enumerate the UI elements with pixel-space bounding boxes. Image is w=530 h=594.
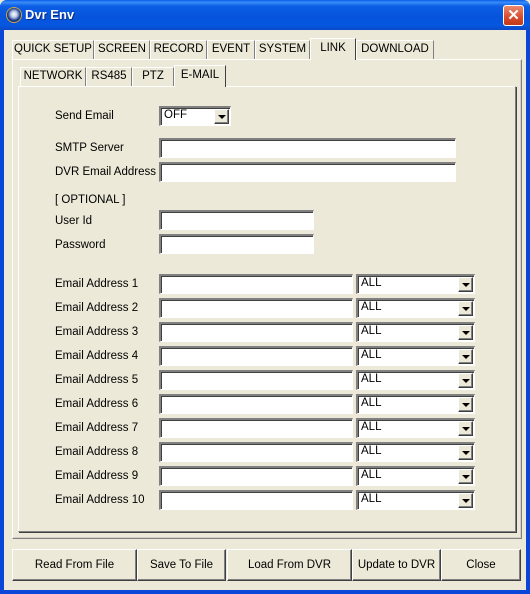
email-address-label: Email Address 5	[55, 374, 139, 386]
dvr-env-window: Dvr Env ✕ QUICK SETUP SCREEN RECORD EVEN…	[0, 0, 530, 594]
send-email-value: OFF	[164, 109, 187, 121]
email-address-input[interactable]	[159, 394, 353, 414]
email-event-filter-value: ALL	[361, 445, 382, 457]
email-address-label: Email Address 7	[55, 422, 139, 434]
email-event-filter-dropdown[interactable]: ALL	[356, 442, 475, 462]
email-event-filter-dropdown[interactable]: ALL	[356, 346, 475, 366]
send-email-label: Send Email	[55, 110, 114, 122]
chevron-down-icon[interactable]	[458, 493, 473, 508]
email-event-filter-value: ALL	[361, 469, 382, 481]
send-email-dropdown[interactable]: OFF	[159, 106, 231, 126]
email-address-label: Email Address 3	[55, 326, 139, 338]
email-address-label: Email Address 2	[55, 302, 139, 314]
dvr-email-address-label: DVR Email Address	[55, 166, 156, 178]
email-address-input[interactable]	[159, 466, 353, 486]
email-address-input[interactable]	[159, 490, 353, 510]
chevron-down-icon[interactable]	[458, 469, 473, 484]
tab-link[interactable]: LINK	[310, 38, 356, 60]
email-event-filter-dropdown[interactable]: ALL	[356, 466, 475, 486]
chevron-down-icon[interactable]	[214, 109, 229, 124]
subtab-network[interactable]: NETWORK	[20, 67, 86, 86]
subtab-ptz[interactable]: PTZ	[132, 67, 174, 86]
load-from-dvr-button[interactable]: Load From DVR	[227, 549, 352, 581]
update-to-dvr-button[interactable]: Update to DVR	[352, 549, 441, 581]
tab-event[interactable]: EVENT	[207, 40, 255, 59]
optional-section-label: [ OPTIONAL ]	[55, 194, 126, 206]
user-id-label: User Id	[55, 215, 93, 227]
close-icon: ✕	[507, 7, 520, 24]
email-event-filter-dropdown[interactable]: ALL	[356, 490, 475, 510]
password-input[interactable]	[159, 234, 314, 254]
chevron-down-icon[interactable]	[458, 349, 473, 364]
email-event-filter-dropdown[interactable]: ALL	[356, 298, 475, 318]
chevron-down-icon[interactable]	[458, 373, 473, 388]
tab-system[interactable]: SYSTEM	[255, 40, 310, 59]
chevron-down-icon[interactable]	[458, 277, 473, 292]
read-from-file-button[interactable]: Read From File	[12, 549, 137, 581]
dialog-body: QUICK SETUP SCREEN RECORD EVENT SYSTEM L…	[4, 30, 526, 590]
subtab-rs485[interactable]: RS485	[86, 67, 132, 86]
close-window-button[interactable]: ✕	[503, 5, 524, 26]
email-address-input[interactable]	[159, 370, 353, 390]
email-event-filter-value: ALL	[361, 493, 382, 505]
email-event-filter-dropdown[interactable]: ALL	[356, 418, 475, 438]
email-event-filter-value: ALL	[361, 397, 382, 409]
email-address-input[interactable]	[159, 418, 353, 438]
email-event-filter-dropdown[interactable]: ALL	[356, 274, 475, 294]
email-event-filter-value: ALL	[361, 349, 382, 361]
email-address-input[interactable]	[159, 322, 353, 342]
chevron-down-icon[interactable]	[458, 325, 473, 340]
subtab-email[interactable]: E-MAIL	[174, 65, 226, 87]
window-title: Dvr Env	[25, 7, 75, 22]
email-event-filter-value: ALL	[361, 421, 382, 433]
email-address-label: Email Address 9	[55, 470, 139, 482]
email-address-label: Email Address 4	[55, 350, 139, 362]
tab-screen[interactable]: SCREEN	[94, 40, 150, 59]
smtp-server-input[interactable]	[159, 138, 456, 158]
chevron-down-icon[interactable]	[458, 397, 473, 412]
user-id-input[interactable]	[159, 210, 314, 230]
title-bar[interactable]: Dvr Env ✕	[0, 0, 530, 30]
tab-record[interactable]: RECORD	[150, 40, 207, 59]
email-address-input[interactable]	[159, 442, 353, 462]
email-event-filter-value: ALL	[361, 301, 382, 313]
save-to-file-button[interactable]: Save To File	[137, 549, 226, 581]
chevron-down-icon[interactable]	[458, 445, 473, 460]
app-icon	[6, 7, 22, 23]
email-address-label: Email Address 8	[55, 446, 139, 458]
chevron-down-icon[interactable]	[458, 301, 473, 316]
dvr-email-address-input[interactable]	[159, 162, 456, 182]
close-button[interactable]: Close	[441, 549, 521, 581]
email-address-input[interactable]	[159, 274, 353, 294]
email-address-input[interactable]	[159, 298, 353, 318]
email-address-label: Email Address 1	[55, 278, 139, 290]
email-address-label: Email Address 6	[55, 398, 139, 410]
password-label: Password	[55, 239, 106, 251]
smtp-server-label: SMTP Server	[55, 142, 124, 154]
email-address-input[interactable]	[159, 346, 353, 366]
email-event-filter-dropdown[interactable]: ALL	[356, 322, 475, 342]
tab-quick-setup[interactable]: QUICK SETUP	[12, 40, 94, 59]
email-event-filter-dropdown[interactable]: ALL	[356, 370, 475, 390]
tab-download[interactable]: DOWNLOAD	[356, 40, 434, 59]
chevron-down-icon[interactable]	[458, 421, 473, 436]
email-event-filter-value: ALL	[361, 325, 382, 337]
email-event-filter-value: ALL	[361, 277, 382, 289]
email-event-filter-dropdown[interactable]: ALL	[356, 394, 475, 414]
email-event-filter-value: ALL	[361, 373, 382, 385]
email-address-label: Email Address 10	[55, 494, 145, 506]
